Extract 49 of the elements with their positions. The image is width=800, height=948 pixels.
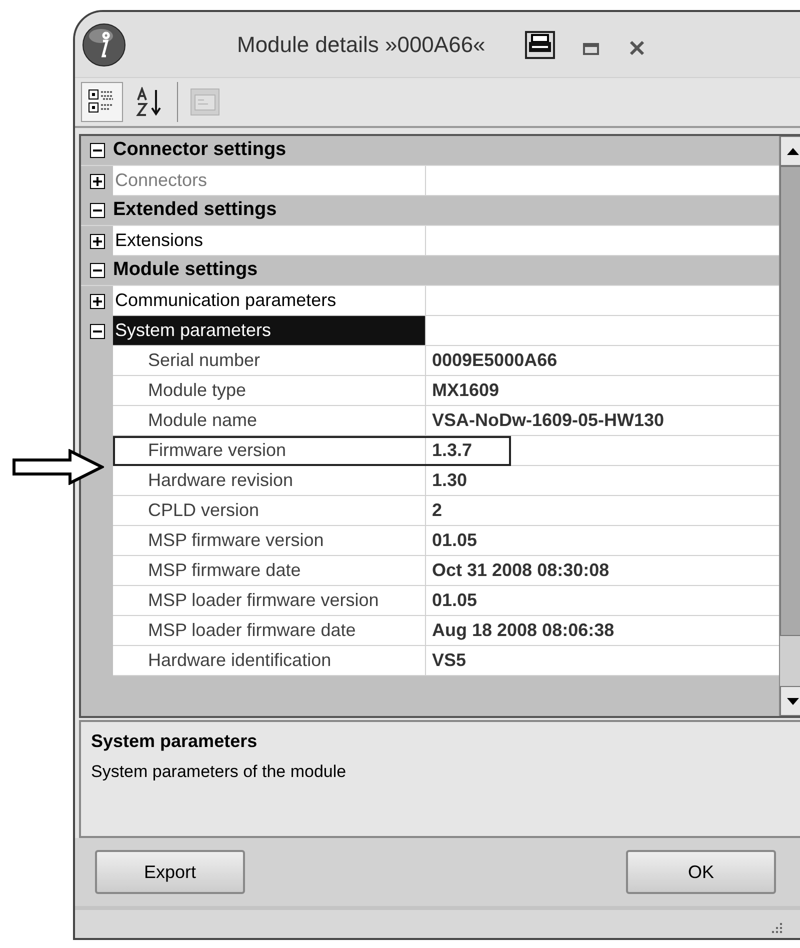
property-name[interactable]: Extensions — [113, 226, 426, 256]
info-icon — [81, 22, 127, 68]
field-value: VS5 — [426, 646, 779, 676]
field-name: MSP firmware version — [113, 526, 426, 556]
field-value: 1.30 — [426, 466, 779, 496]
scroll-up-icon[interactable] — [786, 148, 798, 154]
scrollbar[interactable] — [779, 136, 800, 716]
property-name[interactable]: System parameters — [113, 316, 426, 346]
field-name: CPLD version — [113, 496, 426, 526]
window-title: Module details »000A66« — [237, 31, 486, 59]
collapse-icon[interactable] — [90, 203, 104, 218]
expand-icon[interactable] — [90, 294, 104, 308]
close-icon[interactable] — [629, 40, 646, 56]
field-value: Oct 31 2008 08:30:08 — [426, 556, 779, 586]
export-button[interactable]: Export — [95, 850, 245, 894]
field-value: 2 — [426, 496, 779, 526]
property-pages-icon — [190, 88, 220, 116]
field-name: MSP loader firmware version — [113, 586, 426, 616]
field-value: 01.05 — [426, 526, 779, 556]
expand-icon[interactable] — [90, 234, 104, 248]
field-value: 0009E5000A66 — [426, 346, 779, 376]
category-label: Module settings — [113, 258, 258, 282]
field-name: Hardware identification — [113, 646, 426, 676]
property-name[interactable]: Communication parameters — [113, 286, 426, 316]
ok-button[interactable]: OK — [626, 850, 776, 894]
collapse-icon[interactable] — [90, 143, 104, 158]
field-name: Module name — [113, 406, 426, 436]
field-value: VSA-NoDw-1609-05-HW130 — [426, 406, 779, 436]
description-title: System parameters — [91, 730, 258, 753]
description-text: System parameters of the module — [91, 761, 348, 783]
field-value: Aug 18 2008 08:06:38 — [426, 616, 779, 646]
field-value: 1.3.7 — [426, 436, 779, 466]
collapse-icon[interactable] — [90, 324, 104, 338]
category-label: Connector settings — [113, 138, 286, 162]
category-label: Extended settings — [113, 198, 277, 222]
field-name: Module type — [113, 376, 426, 406]
field-value: 01.05 — [426, 586, 779, 616]
printer-icon[interactable] — [525, 30, 556, 58]
collapse-icon[interactable] — [90, 263, 104, 278]
categorized-view-button[interactable] — [81, 82, 123, 122]
resize-grip-icon[interactable] — [769, 922, 783, 936]
scroll-down-icon[interactable] — [786, 698, 798, 704]
field-value: MX1609 — [426, 376, 779, 406]
field-name: MSP firmware date — [113, 556, 426, 586]
scroll-thumb[interactable] — [780, 166, 800, 636]
field-name: Hardware revision — [113, 466, 426, 496]
field-name: MSP loader firmware date — [113, 616, 426, 646]
field-name: Serial number — [113, 346, 426, 376]
minimize-icon[interactable] — [583, 42, 600, 54]
